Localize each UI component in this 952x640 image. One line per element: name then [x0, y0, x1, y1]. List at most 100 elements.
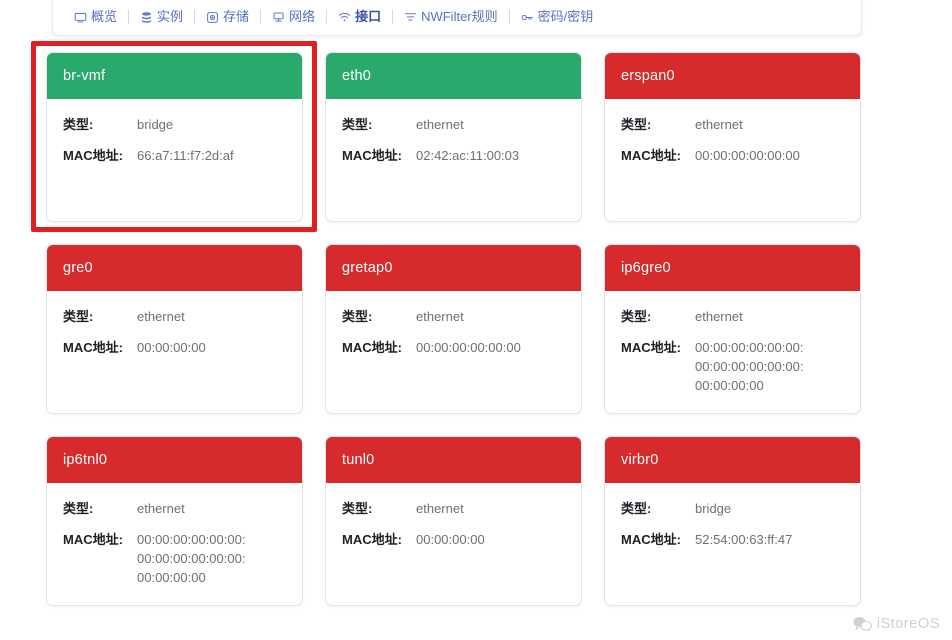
interface-mac-row: MAC地址: 00:00:00:00 [342, 530, 565, 549]
type-value: ethernet [416, 309, 464, 324]
type-label: 类型: [621, 117, 652, 132]
mac-value: 00:00:00:00:00:00: 00:00:00:00:00:00: 00:0… [137, 530, 286, 587]
mac-value: 00:00:00:00 [416, 530, 565, 549]
tab-label: 密码/密钥 [537, 9, 594, 24]
mac-value: 00:00:00:00:00:00 [416, 338, 565, 357]
watermark: iStoreOS [853, 615, 940, 633]
mac-value: 02:42:ac:11:00:03 [416, 146, 565, 165]
tab-实例[interactable]: 实例 [129, 9, 194, 25]
type-value: ethernet [416, 117, 464, 132]
tab-接口[interactable]: 接口 [327, 9, 392, 25]
interface-name: ip6tnl0 [63, 452, 108, 468]
interface-card[interactable]: gre0 类型: ethernet MAC地址: 00:00:00:00 [46, 244, 303, 414]
type-label: 类型: [63, 501, 94, 516]
type-value: bridge [137, 117, 174, 132]
monitor-icon [74, 11, 87, 24]
type-label: 类型: [621, 501, 652, 516]
interface-card[interactable]: ip6gre0 类型: ethernet MAC地址: 00:00:00:00:00:0… [604, 244, 861, 414]
interface-mac-row: MAC地址: 02:42:ac:11:00:03 [342, 146, 565, 165]
interface-mac-row: MAC地址: 66:a7:11:f7:2d:af [63, 146, 286, 165]
interface-card-grid: br-vmf 类型: bridge MAC地址: 66:a7:11:f7:2d:af et… [46, 52, 862, 606]
type-label: 类型: [342, 501, 373, 516]
wechat-icon [853, 616, 872, 633]
interface-card[interactable]: gretap0 类型: ethernet MAC地址: 00:00:00:00:00:0… [325, 244, 582, 414]
key-icon [521, 11, 534, 24]
type-value: ethernet [137, 501, 185, 516]
wifi-icon [338, 11, 351, 24]
tab-bar: 概览 实例 存储 网络 接口 NWFilter规则 密码/密钥 [52, 0, 862, 36]
interface-card-header: tunl0 [326, 437, 581, 483]
interface-card-header: erspan0 [605, 53, 860, 99]
interface-card[interactable]: tunl0 类型: ethernet MAC地址: 00:00:00:00 [325, 436, 582, 606]
mac-segment: 66:a7:11:f7:2d:af [137, 148, 234, 163]
type-value: ethernet [416, 501, 464, 516]
interface-type-row: 类型: ethernet [342, 115, 565, 134]
interface-card-body: 类型: ethernet MAC地址: 00:00:00:00 [47, 291, 302, 413]
mac-label: MAC地址: [342, 532, 402, 547]
interface-card-body: 类型: ethernet MAC地址: 02:42:ac:11:00:03 [326, 99, 581, 221]
interface-name: eth0 [342, 68, 372, 84]
mac-segment: 00:00:00:00 [416, 532, 485, 547]
interface-type-row: 类型: bridge [63, 115, 286, 134]
interface-mac-row: MAC地址: 00:00:00:00 [63, 338, 286, 357]
mac-label: MAC地址: [342, 148, 402, 163]
interface-card[interactable]: eth0 类型: ethernet MAC地址: 02:42:ac:11:00:03 [325, 52, 582, 222]
interface-name: tunl0 [342, 452, 375, 468]
interface-type-row: 类型: ethernet [342, 307, 565, 326]
interface-type-row: 类型: ethernet [621, 115, 844, 134]
tab-label: 接口 [355, 9, 382, 24]
interface-card[interactable]: virbr0 类型: bridge MAC地址: 52:54:00:63:ff:47 [604, 436, 861, 606]
interface-mac-row: MAC地址: 00:00:00:00:00:00: 00:00:00:00:00:0… [63, 530, 286, 587]
mac-label: MAC地址: [621, 532, 681, 547]
interface-card-body: 类型: ethernet MAC地址: 00:00:00:00:00:00 [605, 99, 860, 221]
tab-label: 概览 [91, 9, 118, 24]
interface-card-header: gre0 [47, 245, 302, 291]
mac-segment: 00:00:00:00:00:00 [695, 148, 800, 163]
interface-card-header: gretap0 [326, 245, 581, 291]
interface-card-header: ip6tnl0 [47, 437, 302, 483]
interface-card-header: eth0 [326, 53, 581, 99]
mac-label: MAC地址: [63, 148, 123, 163]
tab-概览[interactable]: 概览 [63, 9, 128, 25]
type-label: 类型: [63, 117, 94, 132]
type-value: ethernet [695, 117, 743, 132]
interface-card-header: ip6gre0 [605, 245, 860, 291]
mac-segment: 00:00:00:00:00:00: [695, 359, 804, 374]
tab-存储[interactable]: 存储 [195, 9, 260, 25]
interface-type-row: 类型: ethernet [342, 499, 565, 518]
watermark-text: iStoreOS [876, 615, 940, 632]
mac-label: MAC地址: [63, 340, 123, 355]
interface-type-row: 类型: bridge [621, 499, 844, 518]
page-root: 概览 实例 存储 网络 接口 NWFilter规则 密码/密钥 br-vmf 类型: bridg… [0, 0, 952, 640]
tab-网络[interactable]: 网络 [261, 9, 326, 25]
mac-value: 00:00:00:00:00:00 [695, 146, 844, 165]
tab-NWFilter规则[interactable]: NWFilter规则 [393, 9, 509, 25]
type-label: 类型: [621, 309, 652, 324]
mac-segment: 00:00:00:00:00:00 [416, 340, 521, 355]
mac-label: MAC地址: [621, 340, 681, 355]
mac-value: 66:a7:11:f7:2d:af [137, 146, 286, 165]
interface-mac-row: MAC地址: 00:00:00:00:00:00 [342, 338, 565, 357]
interface-card[interactable]: ip6tnl0 类型: ethernet MAC地址: 00:00:00:00:00:0… [46, 436, 303, 606]
disk-icon [206, 11, 219, 24]
mac-segment: 00:00:00:00:00:00: [137, 551, 246, 566]
database-icon [140, 11, 153, 24]
mac-segment: 00:00:00:00:00:00: [137, 532, 246, 547]
interface-mac-row: MAC地址: 52:54:00:63:ff:47 [621, 530, 844, 549]
interface-card[interactable]: br-vmf 类型: bridge MAC地址: 66:a7:11:f7:2d:af [46, 52, 303, 222]
tab-label: 网络 [289, 9, 316, 24]
filter-icon [404, 11, 417, 24]
interface-card[interactable]: erspan0 类型: ethernet MAC地址: 00:00:00:00:00:0… [604, 52, 861, 222]
interface-card-body: 类型: bridge MAC地址: 52:54:00:63:ff:47 [605, 483, 860, 605]
interface-card-header: virbr0 [605, 437, 860, 483]
mac-segment: 00:00:00:00 [695, 378, 764, 393]
interface-name: br-vmf [63, 68, 106, 84]
tab-密码-密钥[interactable]: 密码/密钥 [510, 9, 605, 25]
mac-label: MAC地址: [621, 148, 681, 163]
interface-name: virbr0 [621, 452, 659, 468]
interface-name: gre0 [63, 260, 93, 276]
mac-value: 00:00:00:00:00:00: 00:00:00:00:00:00: 00:0… [695, 338, 844, 395]
interface-mac-row: MAC地址: 00:00:00:00:00:00: 00:00:00:00:00:0… [621, 338, 844, 395]
interface-card-header: br-vmf [47, 53, 302, 99]
mac-segment: 00:00:00:00:00:00: [695, 340, 804, 355]
